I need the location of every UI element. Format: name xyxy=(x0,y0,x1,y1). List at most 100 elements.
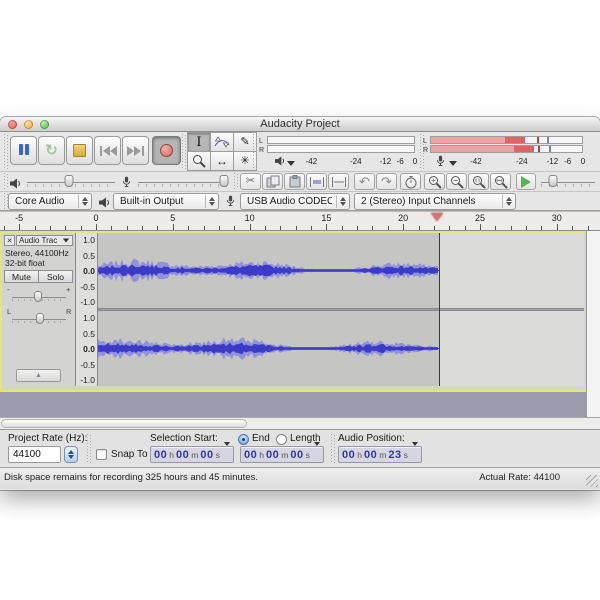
play-button[interactable]: ↻ xyxy=(38,136,65,165)
selection-start-time-field[interactable]: 00 h 00 m 00 s xyxy=(150,441,234,464)
track-name-menu[interactable]: Audio Trac xyxy=(16,235,73,246)
recording-device-select[interactable]: USB Audio CODEC xyxy=(240,193,350,210)
skip-to-start-button[interactable] xyxy=(94,136,121,165)
vertical-ruler-label: -0.5 xyxy=(80,281,95,292)
speaker-icon[interactable] xyxy=(274,156,286,168)
paste-button[interactable] xyxy=(284,173,305,190)
right-channel[interactable] xyxy=(98,311,584,386)
record-cursor-marker[interactable] xyxy=(430,213,443,221)
timeline-ruler[interactable]: -5 0 5 10 15 20 25 30 xyxy=(0,211,600,231)
sel-end-minutes[interactable]: 00 xyxy=(266,449,279,461)
vertical-scrollbar[interactable] xyxy=(586,231,600,417)
pause-button[interactable] xyxy=(10,136,37,165)
envelope-tool-icon xyxy=(214,136,230,148)
output-meter-bar-L[interactable] xyxy=(267,136,415,144)
audio-host-stepper-icon xyxy=(78,195,88,208)
vertical-ruler[interactable]: 1.0 0.5 0.0 -0.5 -1.0 1.0 0.5 0.0 -0.5 -1.0 xyxy=(76,233,98,386)
time-shift-tool-button[interactable]: ↔ xyxy=(210,151,234,171)
waveform-display[interactable] xyxy=(98,233,584,386)
timeline-tick xyxy=(556,224,558,230)
output-volume-slider[interactable] xyxy=(27,175,115,188)
timeline-tick xyxy=(295,226,297,230)
undo-button[interactable]: ↶ xyxy=(354,173,375,190)
recording-channels-select[interactable]: 2 (Stereo) Input Channels xyxy=(354,193,516,210)
silence-audio-button[interactable] xyxy=(328,173,349,190)
resize-grip[interactable] xyxy=(586,475,598,487)
left-channel[interactable] xyxy=(98,233,584,308)
record-button[interactable] xyxy=(152,136,181,165)
gain-slider[interactable] xyxy=(12,291,66,303)
microphone-icon[interactable] xyxy=(436,155,445,169)
edit-toolbar-grip[interactable] xyxy=(233,173,239,189)
selection-end-time-field[interactable]: 00 h 00 m 00 s xyxy=(240,441,324,464)
timeline-tick xyxy=(126,226,128,230)
audio-host-select[interactable]: Core Audio xyxy=(8,193,92,210)
pan-thumb[interactable] xyxy=(36,313,45,324)
selection-toolbar-grip-2[interactable] xyxy=(330,434,336,464)
sel-start-minutes[interactable]: 00 xyxy=(176,449,189,461)
timeline-tick xyxy=(280,226,282,230)
sel-end-hours[interactable]: 00 xyxy=(244,449,257,461)
input-volume-slider[interactable] xyxy=(138,175,229,188)
input-meter-bar-R[interactable] xyxy=(430,145,583,153)
horizontal-scrollbar[interactable] xyxy=(0,417,600,429)
playback-speed-slider[interactable] xyxy=(541,175,595,188)
track-format-info: Stereo, 44100Hz xyxy=(5,248,69,258)
sel-start-seconds[interactable]: 00 xyxy=(200,449,213,461)
horizontal-scrollbar-thumb[interactable] xyxy=(1,419,247,428)
stop-button[interactable] xyxy=(66,136,93,165)
audio-position-time-field[interactable]: 00 h 00 m 23 s xyxy=(338,441,422,464)
redo-button[interactable]: ↷ xyxy=(376,173,397,190)
snap-to-checkbox[interactable] xyxy=(96,449,107,460)
envelope-tool-button[interactable] xyxy=(210,132,234,152)
length-radio[interactable] xyxy=(276,434,287,445)
sel-start-hours[interactable]: 00 xyxy=(154,449,167,461)
selection-toolbar-grip[interactable] xyxy=(86,434,92,464)
fit-project-button[interactable] xyxy=(490,173,511,190)
cut-button[interactable]: ✂ xyxy=(240,173,261,190)
audio-pos-hours[interactable]: 00 xyxy=(342,449,355,461)
play-at-speed-button[interactable] xyxy=(516,173,536,190)
pan-slider[interactable] xyxy=(12,313,66,325)
track-collapse-button[interactable]: ▲ xyxy=(16,369,61,382)
mute-button[interactable]: Mute xyxy=(4,270,39,283)
zoom-out-button[interactable] xyxy=(446,173,467,190)
undo-icon: ↶ xyxy=(359,174,370,189)
zoom-to-selection-button[interactable] xyxy=(468,173,489,190)
selection-tool-button[interactable]: I xyxy=(187,132,211,152)
audio-pos-seconds[interactable]: 23 xyxy=(388,449,401,461)
output-volume-thumb[interactable] xyxy=(64,175,74,187)
selection-toolbar: Project Rate (Hz): 44100 Snap To Selecti… xyxy=(0,429,600,467)
skip-to-end-button[interactable] xyxy=(122,136,149,165)
window-titlebar[interactable]: Audacity Project xyxy=(0,117,600,132)
time-format-dropdown-icon[interactable] xyxy=(314,441,320,464)
input-volume-thumb[interactable] xyxy=(219,175,229,187)
track-close-button[interactable]: ✕ xyxy=(4,235,15,246)
trim-audio-button[interactable] xyxy=(306,173,327,190)
output-meter-bar-R[interactable] xyxy=(267,145,415,153)
meter-scale-label: -24 xyxy=(350,157,362,166)
audio-pos-minutes[interactable]: 00 xyxy=(364,449,377,461)
sel-end-seconds[interactable]: 00 xyxy=(290,449,303,461)
playback-device-select[interactable]: Built-in Output xyxy=(113,193,219,210)
timeline-tick xyxy=(403,224,405,230)
zoom-tool-button[interactable] xyxy=(187,151,211,171)
vertical-ruler-label: 0.5 xyxy=(83,250,95,261)
audio-track[interactable]: ✕ Audio Trac Stereo, 44100Hz 32-bit floa… xyxy=(0,231,590,392)
playback-speed-thumb[interactable] xyxy=(548,175,558,187)
gain-thumb[interactable] xyxy=(33,291,42,302)
end-radio[interactable] xyxy=(238,434,249,445)
time-format-dropdown-icon[interactable] xyxy=(224,441,230,464)
input-meter-bar-L[interactable] xyxy=(430,136,583,144)
track-area[interactable]: ✕ Audio Trac Stereo, 44100Hz 32-bit floa… xyxy=(0,231,590,417)
copy-button[interactable] xyxy=(262,173,283,190)
transport-toolbar-grip[interactable] xyxy=(3,134,9,170)
project-rate-stepper[interactable] xyxy=(64,446,78,463)
time-format-dropdown-icon[interactable] xyxy=(412,441,418,464)
zoom-in-button[interactable] xyxy=(424,173,445,190)
timeline-label: 20 xyxy=(398,213,409,223)
solo-button[interactable]: Solo xyxy=(38,270,73,283)
output-meter-grip[interactable] xyxy=(252,134,258,170)
stopwatch-button[interactable] xyxy=(400,173,421,190)
project-rate-input[interactable]: 44100 xyxy=(8,446,61,463)
